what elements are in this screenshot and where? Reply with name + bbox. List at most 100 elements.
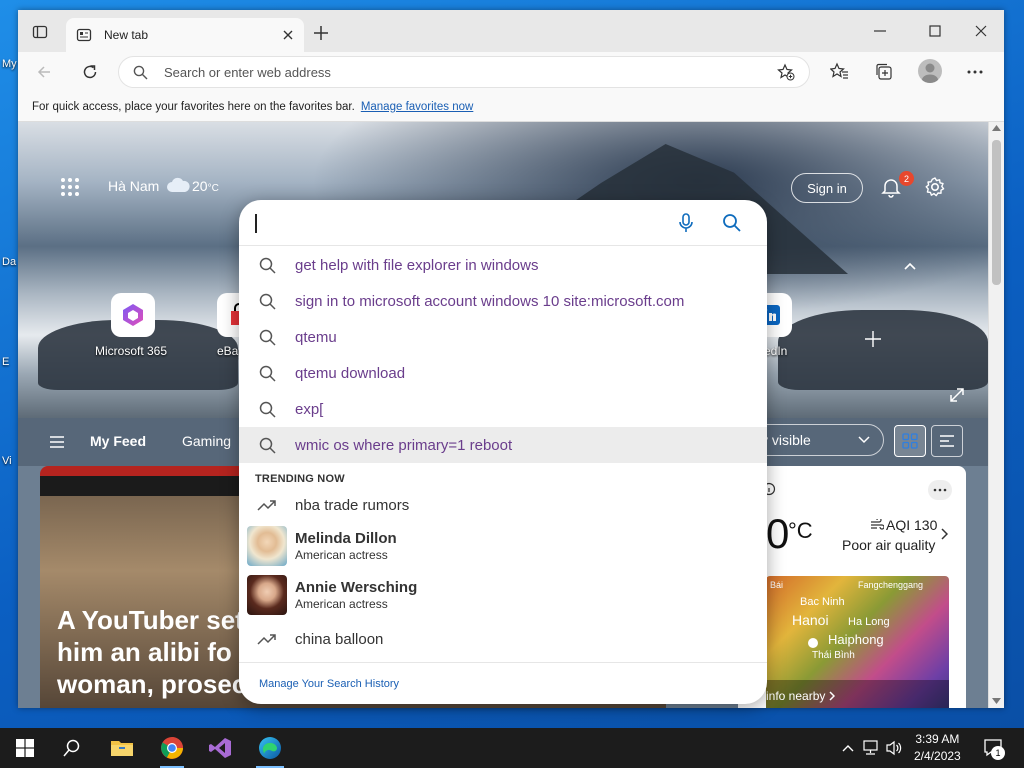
tile-microsoft-365[interactable] (111, 293, 155, 337)
info-nearby-bar[interactable]: info nearby (766, 680, 949, 708)
desktop-icon-label[interactable]: My (2, 58, 17, 70)
trending-person[interactable]: Melinda Dillon American actress (239, 523, 767, 569)
microphone-icon[interactable] (679, 213, 693, 233)
chevron-right-icon[interactable] (940, 528, 948, 540)
search-icon[interactable] (60, 736, 84, 760)
system-clock[interactable]: 3:39 AM 2/4/2023 (914, 731, 961, 765)
add-favorite-icon[interactable] (777, 63, 795, 81)
grid-icon (902, 433, 918, 449)
tab-new-tab[interactable]: New tab (66, 18, 304, 52)
desktop-icon-label[interactable]: Vi (2, 455, 12, 467)
news-headline[interactable]: A YouTuber set him an alibi fo woman, pr… (57, 604, 247, 708)
desktop-icon-label[interactable]: Da (2, 256, 16, 268)
suggestion-text: exp[ (295, 400, 324, 418)
map-place: Haiphong (828, 632, 884, 647)
visibility-dropdown-value: y visible (761, 432, 811, 448)
profile-avatar[interactable] (918, 59, 942, 83)
suggestion-item[interactable]: exp[ (239, 391, 767, 427)
collapse-chevron-icon[interactable] (903, 261, 917, 271)
suggestion-item[interactable]: qtemu (239, 319, 767, 355)
wind-icon (870, 519, 884, 531)
expand-icon[interactable] (950, 388, 964, 402)
tab-actions-icon[interactable] (32, 24, 48, 40)
suggestion-item[interactable]: qtemu download (239, 355, 767, 391)
clock-time: 3:39 AM (915, 732, 960, 746)
suggestion-item[interactable]: get help with file explorer in windows (239, 247, 767, 283)
person-name: Melinda Dillon (295, 530, 397, 547)
map-place: Fangchenggang (858, 580, 924, 590)
favorites-bar: For quick access, place your favorites h… (18, 92, 1004, 122)
scroll-down-arrow[interactable] (992, 698, 1001, 704)
suggestion-text: get help with file explorer in windows (295, 256, 539, 274)
add-shortcut-icon[interactable] (865, 331, 881, 347)
feed-tab-gaming[interactable]: Gaming (182, 433, 231, 449)
chevron-up-icon[interactable] (836, 736, 860, 760)
search-icon (239, 329, 295, 346)
close-tab-icon[interactable] (282, 29, 294, 41)
menu-icon[interactable] (50, 436, 64, 448)
collections-icon[interactable] (874, 62, 893, 81)
rocks-shape (778, 310, 988, 390)
scrollbar-thumb[interactable] (992, 140, 1001, 285)
more-options-icon[interactable] (928, 480, 952, 500)
chrome-icon[interactable] (160, 736, 184, 760)
weather-map[interactable]: Bái Fangchenggang Bac Ninh Hanoi Ha Long… (766, 576, 949, 708)
search-icon (133, 65, 148, 80)
suggestion-item[interactable]: sign in to microsoft account windows 10 … (239, 283, 767, 319)
trending-icon (239, 498, 295, 512)
person-photo (247, 526, 287, 566)
address-toolbar: Search or enter web address (18, 52, 1004, 92)
edge-icon[interactable] (258, 736, 282, 760)
suggestion-item-highlighted[interactable]: wmic os where primary=1 reboot (239, 427, 767, 463)
address-bar[interactable]: Search or enter web address (118, 56, 810, 88)
trending-person[interactable]: Annie Wersching American actress (239, 572, 767, 618)
desktop-icon-label[interactable]: E (2, 356, 9, 368)
grid-layout-button[interactable] (894, 425, 926, 457)
search-icon (239, 257, 295, 274)
clock-date: 2/4/2023 (914, 749, 961, 763)
tab-title: New tab (104, 28, 149, 42)
temperature[interactable]: 20°C (192, 178, 219, 194)
list-layout-button[interactable] (931, 425, 963, 457)
apps-launcher-icon[interactable] (60, 177, 80, 197)
trending-icon (239, 632, 295, 646)
network-icon[interactable] (859, 736, 883, 760)
windows-start-icon[interactable] (13, 736, 37, 760)
favorites-bar-text: For quick access, place your favorites h… (32, 100, 355, 113)
manage-favorites-link[interactable]: Manage favorites now (361, 101, 474, 113)
scroll-up-arrow[interactable] (992, 125, 1001, 131)
refresh-button[interactable] (81, 63, 99, 81)
address-placeholder: Search or enter web address (164, 64, 331, 80)
more-options-icon[interactable] (966, 64, 984, 80)
tab-bar: New tab (18, 10, 1004, 52)
sign-in-button[interactable]: Sign in (791, 173, 863, 203)
action-center-badge: 1 (991, 746, 1005, 760)
settings-gear-icon[interactable] (924, 176, 946, 198)
maximize-button[interactable] (929, 25, 941, 37)
trending-item[interactable]: china balloon (239, 621, 767, 657)
new-tab-button[interactable] (314, 26, 328, 40)
info-nearby-label: info nearby (766, 689, 826, 703)
visual-studio-icon[interactable] (208, 736, 232, 760)
manage-search-history-link[interactable]: Manage Your Search History (259, 678, 399, 690)
suggestion-text: wmic os where primary=1 reboot (295, 436, 513, 454)
volume-icon[interactable] (882, 736, 906, 760)
suggestion-text: qtemu download (295, 364, 406, 382)
minimize-button[interactable] (874, 25, 886, 37)
back-button[interactable] (36, 64, 52, 80)
temperature-value: 20 (192, 178, 208, 194)
page-scrollbar[interactable] (988, 122, 1004, 708)
favorites-icon[interactable] (830, 62, 849, 81)
search-icon (239, 401, 295, 418)
weather-card[interactable]: 0 °C AQI 130 Poor air quality Bái Fangch… (738, 466, 966, 708)
search-input[interactable] (239, 200, 767, 246)
search-icon[interactable] (722, 213, 741, 232)
search-icon (239, 365, 295, 382)
aqi-value: AQI 130 (886, 517, 938, 533)
cloud-icon (166, 177, 190, 193)
location-label[interactable]: Hà Nam (108, 178, 159, 194)
close-window-button[interactable] (975, 25, 987, 37)
feed-tab-my-feed[interactable]: My Feed (90, 433, 146, 449)
file-explorer-icon[interactable] (110, 736, 134, 760)
trending-item[interactable]: nba trade rumors (239, 487, 767, 523)
